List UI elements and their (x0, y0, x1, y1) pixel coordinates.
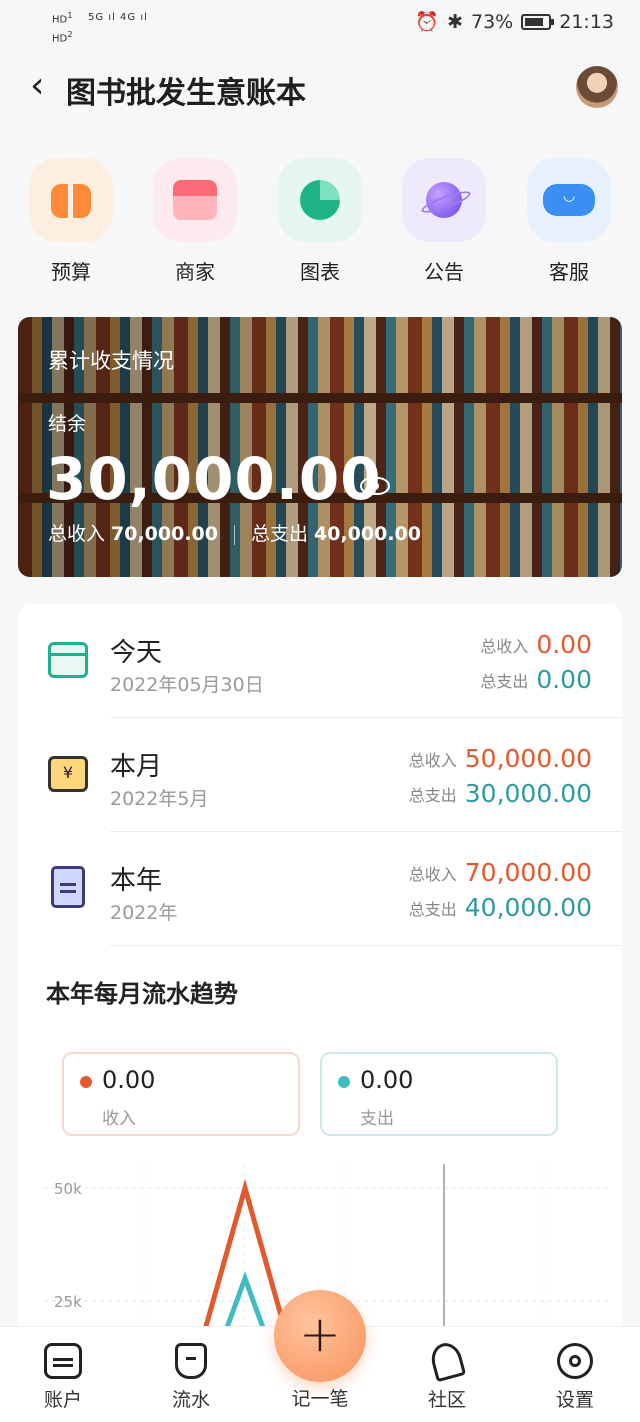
expense-legend-label: 支出 (360, 1109, 394, 1129)
shop-icon (153, 158, 237, 242)
balance-amount: 30,000.00 (46, 445, 382, 513)
expense-label: 总支出 (408, 785, 457, 805)
clock: 21:13 (559, 10, 614, 33)
add-record-button[interactable]: + (274, 1290, 366, 1382)
income-label: 总收入 (480, 636, 529, 656)
page-title: 图书批发生意账本 (66, 76, 306, 111)
period-values: 总收入 0.00 总支出 0.00 (480, 630, 592, 700)
yen-calendar-icon: ¥ (48, 756, 88, 792)
income-label: 总收入 (408, 750, 457, 770)
plus-icon: + (299, 1305, 341, 1363)
add-record-label: 记一笔 (291, 1388, 349, 1410)
income-value: 50,000.00 (464, 744, 592, 773)
income-amount: 70,000.00 (111, 523, 218, 545)
period-values: 总收入 50,000.00 总支出 30,000.00 (409, 744, 592, 814)
y-tick-25k: 25k (54, 1293, 82, 1311)
signal-icon: 5G ıl 4G ıl (88, 12, 148, 23)
period-title: 本年 (110, 866, 163, 896)
expense-label: 总支出 (251, 523, 309, 545)
chevron-left-icon: ‹ (30, 65, 45, 106)
expense-value: 0.00 (536, 665, 592, 694)
alarm-icon: ⏰ (415, 11, 440, 33)
period-date: 2022年 (110, 902, 178, 924)
summary-card[interactable]: 累计收支情况 结余 30,000.00 总收入 70,000.00 总支出 40,00… (18, 317, 622, 577)
expense-label: 总支出 (480, 671, 529, 691)
tab-account[interactable]: 账户 (8, 1327, 118, 1422)
expense-label: 总支出 (408, 899, 457, 919)
quick-action-notice[interactable]: 公告 (399, 158, 489, 285)
tab-community[interactable]: 社区 (392, 1327, 502, 1422)
y-tick-50k: 50k (54, 1180, 82, 1198)
status-right: ⏰ ✱ 73% 21:13 (415, 10, 614, 34)
balance-label: 结余 (48, 413, 87, 435)
summary-title: 累计收支情况 (48, 349, 174, 373)
status-bar: HD1 HD2 5G ıl 4G ıl ⏰ ✱ 73% 21:13 (0, 0, 640, 46)
expense-amount: 40,000.00 (314, 523, 421, 545)
bluetooth-icon: ✱ (447, 10, 463, 33)
period-date: 2022年5月 (110, 788, 209, 810)
quick-action-label: 公告 (424, 260, 464, 284)
period-title: 本月 (110, 752, 163, 782)
expense-dot (338, 1076, 350, 1088)
tab-settings[interactable]: 设置 (520, 1327, 630, 1422)
income-legend-value: 0.00 (102, 1066, 156, 1094)
income-value: 0.00 (536, 630, 592, 659)
income-legend-label: 收入 (102, 1109, 136, 1129)
battery-percent: 73% (471, 10, 514, 33)
quick-action-shop[interactable]: 商家 (150, 158, 240, 285)
quick-action-label: 图表 (300, 260, 340, 284)
eye-icon[interactable] (360, 477, 390, 495)
quick-action-service[interactable]: 客服 (524, 158, 614, 285)
divider (110, 945, 622, 946)
quick-action-label: 客服 (549, 260, 589, 284)
tab-label: 流水 (171, 1389, 210, 1411)
expense-legend-value: 0.00 (360, 1066, 414, 1094)
expense-legend[interactable]: 0.00 支出 (320, 1052, 558, 1136)
period-row-year[interactable]: 本年 2022年 总收入 70,000.00 总支出 40,000.00 (18, 832, 622, 946)
income-dot (80, 1076, 92, 1088)
settings-icon (557, 1343, 593, 1379)
avatar[interactable] (576, 66, 618, 108)
customer-service-icon (527, 158, 611, 242)
tab-label: 账户 (43, 1389, 82, 1411)
shelf-decoration (18, 393, 622, 403)
period-date: 2022年05月30日 (110, 674, 264, 696)
expense-value: 30,000.00 (464, 779, 592, 808)
income-value: 70,000.00 (464, 858, 592, 887)
period-title: 今天 (110, 638, 163, 668)
pie-chart-icon (278, 158, 362, 242)
income-label: 总收入 (48, 523, 106, 545)
nav-bar: ‹ 图书批发生意账本 (0, 46, 640, 130)
period-row-month[interactable]: ¥ 本月 2022年5月 总收入 50,000.00 总支出 30,000.00 (18, 718, 622, 832)
community-icon (427, 1339, 467, 1383)
sim-indicator: HD1 HD2 (52, 10, 73, 45)
income-legend[interactable]: 0.00 收入 (62, 1052, 300, 1136)
quick-action-chart[interactable]: 图表 (275, 158, 365, 285)
tab-label: 设置 (555, 1389, 594, 1411)
tab-flow[interactable]: 流水 (136, 1327, 246, 1422)
stats-panel: 今天 2022年05月30日 总收入 0.00 总支出 0.00 ¥ 本月 2022… (18, 604, 622, 1344)
quick-actions: 预算 商家 图表 公告 客服 (0, 158, 640, 288)
quick-action-label: 商家 (175, 260, 215, 284)
period-row-today[interactable]: 今天 2022年05月30日 总收入 0.00 总支出 0.00 (18, 604, 622, 718)
calendar-icon (48, 642, 88, 678)
expense-value: 40,000.00 (464, 893, 592, 922)
document-icon (51, 866, 85, 908)
battery-icon (521, 13, 555, 30)
trend-title: 本年每月流水趋势 (46, 980, 238, 1008)
budget-icon (29, 158, 113, 242)
planet-icon (402, 158, 486, 242)
back-button[interactable]: ‹ (30, 66, 60, 106)
summary-footer: 总收入 70,000.00 总支出 40,000.00 (48, 519, 421, 546)
quick-action-label: 预算 (51, 260, 91, 284)
period-values: 总收入 70,000.00 总支出 40,000.00 (409, 858, 592, 928)
flow-icon (175, 1343, 207, 1379)
tab-label: 社区 (427, 1389, 466, 1411)
account-icon (44, 1343, 82, 1379)
income-label: 总收入 (408, 864, 457, 884)
quick-action-budget[interactable]: 预算 (26, 158, 116, 285)
